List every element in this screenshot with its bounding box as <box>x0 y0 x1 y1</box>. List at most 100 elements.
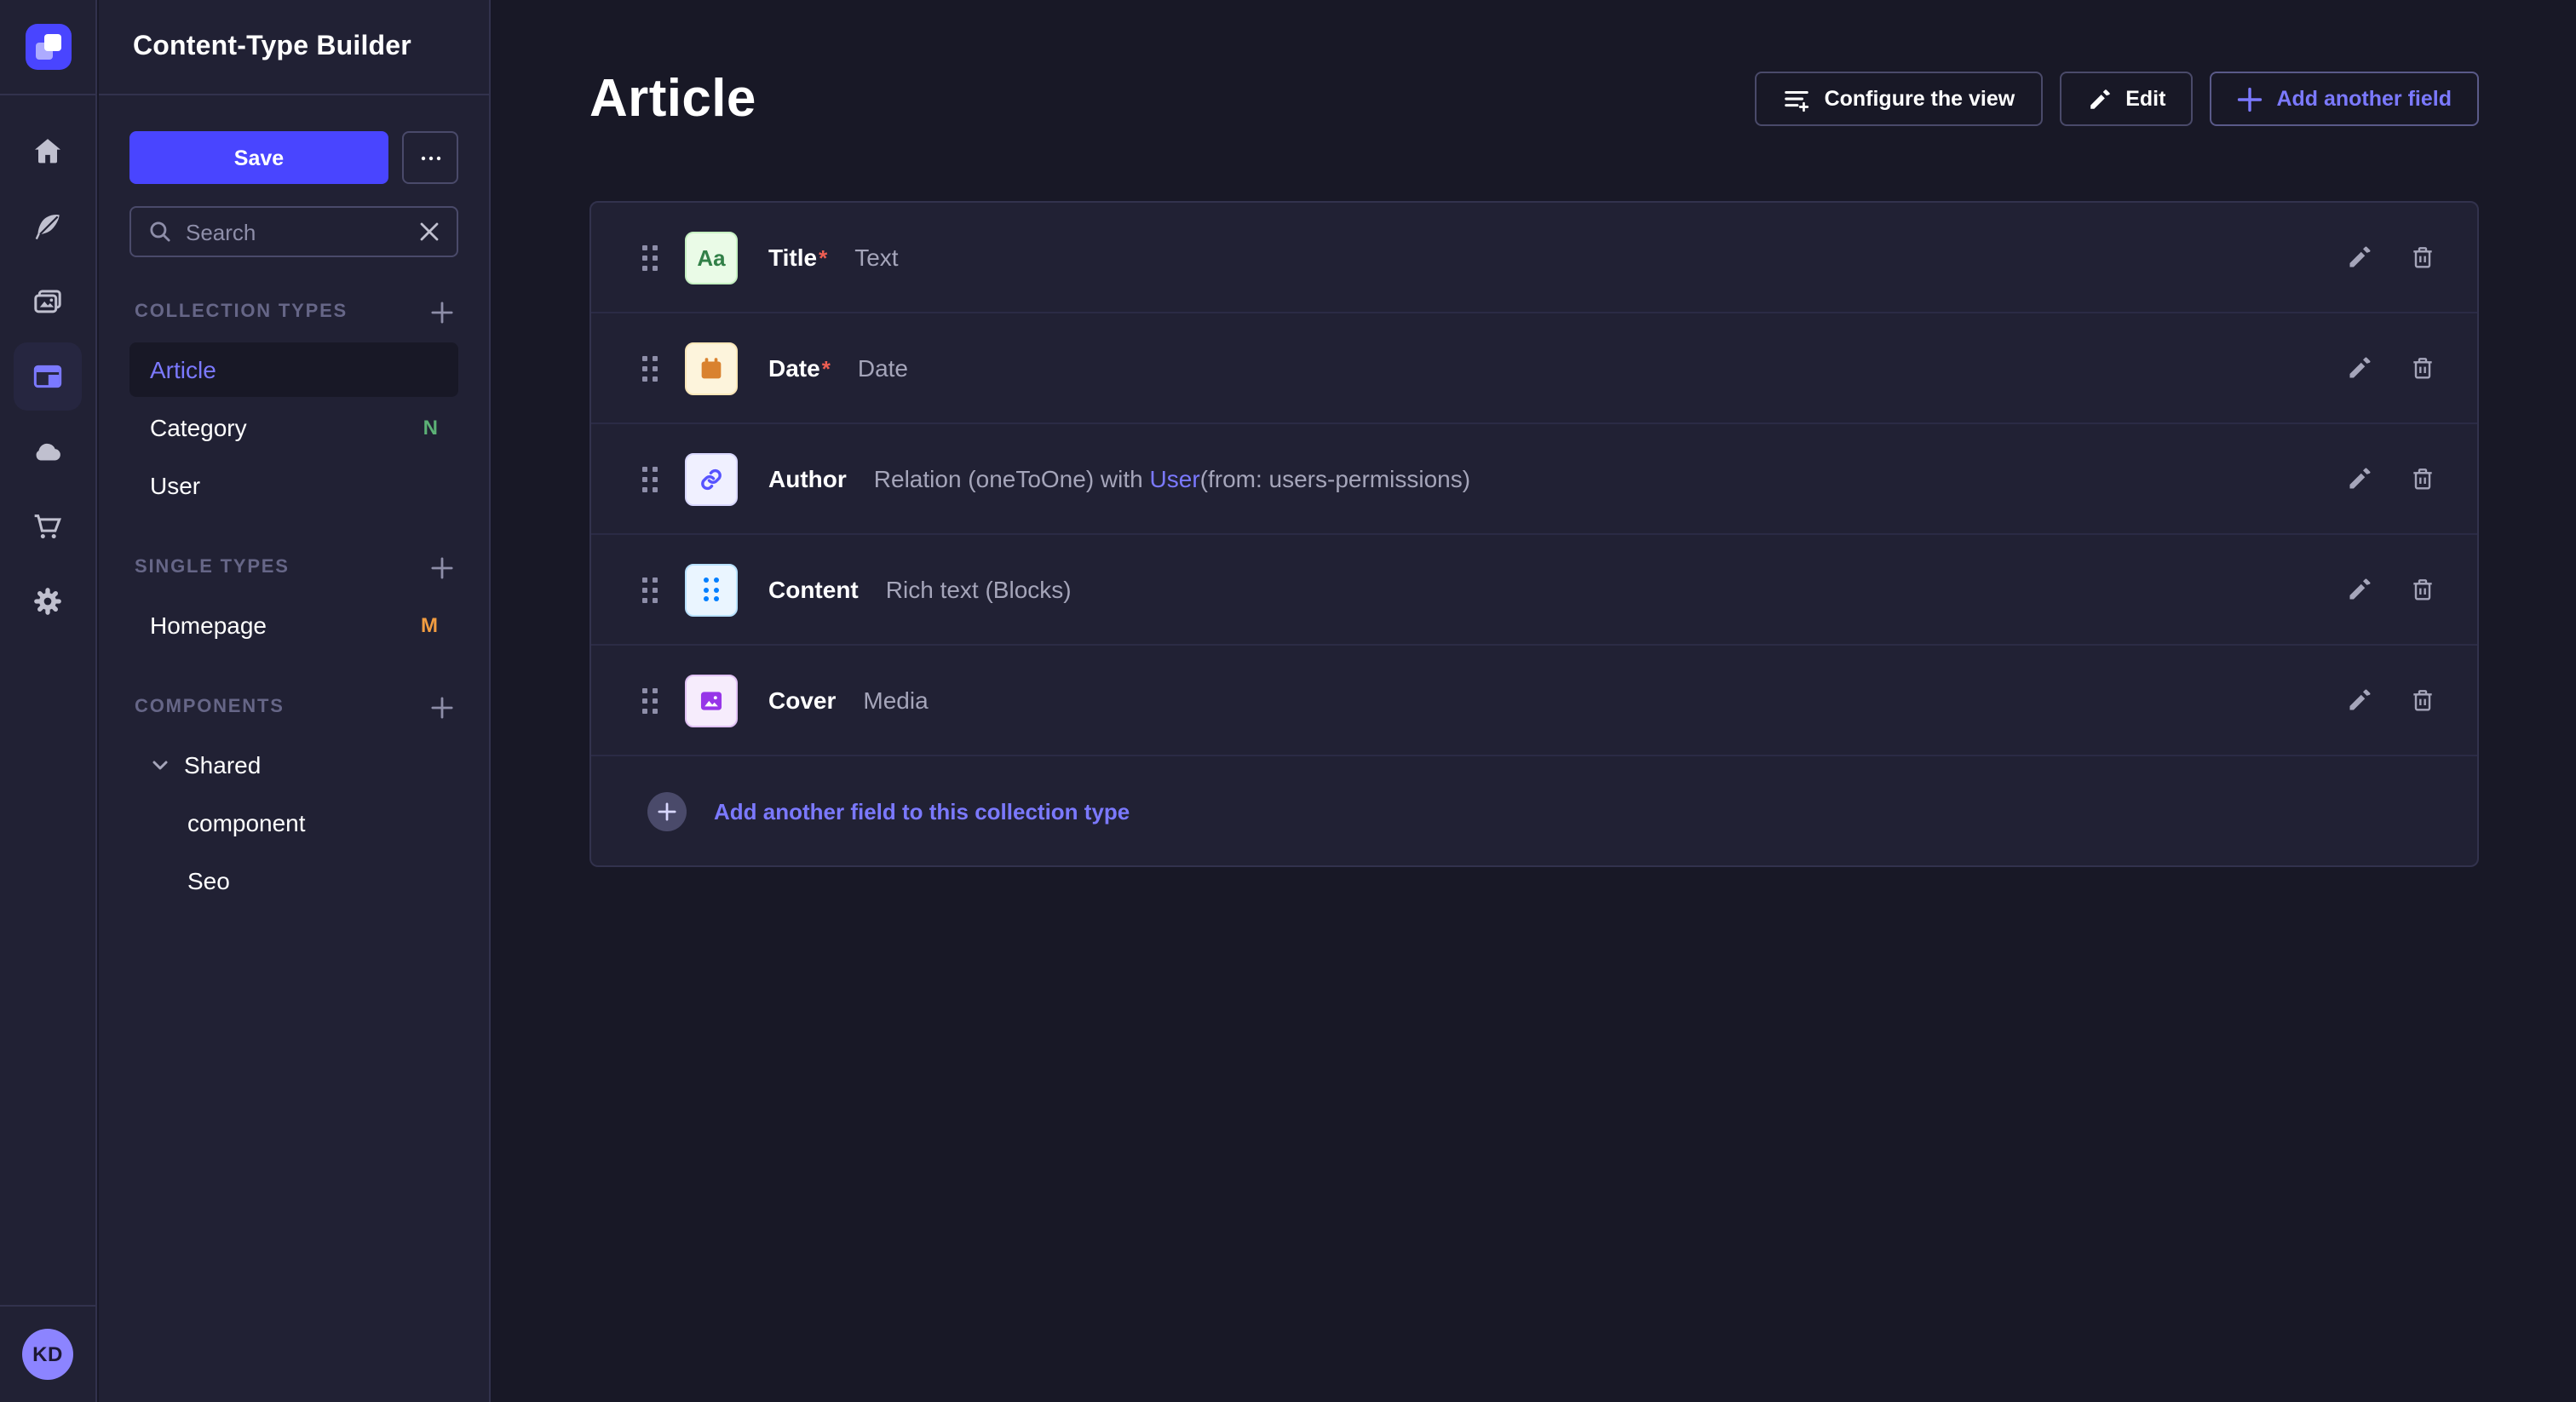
relation-field-icon <box>685 452 738 505</box>
field-name: Author <box>768 465 847 492</box>
search-input-wrapper <box>129 206 458 257</box>
main-content: Article Configure the view Edit Add anot… <box>492 0 2576 1402</box>
edit-field-button[interactable] <box>2346 244 2373 271</box>
pencil-icon <box>2346 576 2373 603</box>
add-another-field-button[interactable]: Add another field <box>2210 72 2479 126</box>
more-options-button[interactable] <box>402 131 458 184</box>
field-type: Text <box>854 244 898 271</box>
sidebar-item-category[interactable]: CategoryN <box>129 400 458 455</box>
table-row-content: Content Rich text (Blocks) <box>591 535 2477 646</box>
field-type: Date <box>858 354 908 382</box>
media-library-icon[interactable] <box>14 267 82 336</box>
trash-icon <box>2409 354 2436 382</box>
delete-field-button[interactable] <box>2409 244 2436 271</box>
trash-icon <box>2409 465 2436 492</box>
cart-icon[interactable] <box>14 492 82 560</box>
strapi-logo-icon[interactable] <box>25 24 71 70</box>
gear-icon[interactable] <box>14 567 82 635</box>
section-label: SINGLE TYPES <box>135 557 290 577</box>
content-type-builder-icon[interactable] <box>14 342 82 411</box>
main-nav-rail: KD <box>0 0 97 1402</box>
drag-handle-icon[interactable] <box>642 355 658 381</box>
trash-icon <box>2409 576 2436 603</box>
sidebar-group-shared[interactable]: Shared <box>129 738 458 792</box>
field-name: Title <box>768 244 817 271</box>
delete-field-button[interactable] <box>2409 576 2436 603</box>
close-icon <box>419 221 440 242</box>
drag-handle-icon[interactable] <box>642 687 658 713</box>
field-type: Media <box>863 687 928 714</box>
add-field-row-button[interactable]: Add another field to this collection typ… <box>591 756 2477 865</box>
edit-button[interactable]: Edit <box>2059 72 2193 126</box>
edit-field-button[interactable] <box>2346 576 2373 603</box>
delete-field-button[interactable] <box>2409 687 2436 714</box>
field-name: Cover <box>768 687 836 714</box>
search-input[interactable] <box>186 219 405 244</box>
required-marker: * <box>822 355 831 381</box>
plus-icon <box>431 301 453 323</box>
section-label: COLLECTION TYPES <box>135 302 348 322</box>
pencil-icon <box>2346 465 2373 492</box>
date-field-icon <box>685 342 738 394</box>
field-type: Rich text (Blocks) <box>886 576 1072 603</box>
sidebar-item-component[interactable]: component <box>129 796 458 850</box>
section-collection-types: COLLECTION TYPES Article CategoryN User <box>129 298 458 513</box>
delete-field-button[interactable] <box>2409 354 2436 382</box>
page-title: Article <box>589 68 756 129</box>
search-icon <box>148 220 172 244</box>
edit-field-button[interactable] <box>2346 687 2373 714</box>
cloud-icon[interactable] <box>14 417 82 486</box>
relation-target-link[interactable]: User <box>1150 465 1200 492</box>
configure-list-icon <box>1782 84 1811 113</box>
status-badge: N <box>423 416 438 440</box>
media-field-icon <box>685 674 738 727</box>
drag-handle-icon[interactable] <box>642 244 658 270</box>
home-icon[interactable] <box>14 118 82 186</box>
more-horizontal-icon <box>418 146 442 170</box>
feather-icon[interactable] <box>14 192 82 261</box>
required-marker: * <box>819 244 827 270</box>
avatar[interactable]: KD <box>22 1329 73 1380</box>
drag-handle-icon[interactable] <box>642 466 658 491</box>
text-field-icon: Aa <box>685 231 738 284</box>
blocks-field-icon <box>685 563 738 616</box>
configure-view-button[interactable]: Configure the view <box>1755 72 2043 126</box>
sidebar-item-homepage[interactable]: HomepageM <box>129 598 458 652</box>
field-type: Relation (oneToOne) with User(from: user… <box>874 465 1470 492</box>
table-row-cover: Cover Media <box>591 646 2477 756</box>
pencil-icon <box>2346 687 2373 714</box>
plugin-title: Content-Type Builder <box>133 32 411 62</box>
edit-field-button[interactable] <box>2346 465 2373 492</box>
save-button[interactable]: Save <box>129 131 388 184</box>
pencil-icon <box>2346 244 2373 271</box>
plus-icon <box>431 696 453 718</box>
table-row-date: Date* Date <box>591 313 2477 424</box>
clear-search-button[interactable] <box>419 221 440 242</box>
pencil-icon <box>2086 86 2112 112</box>
toolbar: Configure the view Edit Add another fiel… <box>1755 72 2479 126</box>
table-row-title: Aa Title* Text <box>591 203 2477 313</box>
sidebar-item-seo[interactable]: Seo <box>129 853 458 908</box>
add-component-button[interactable] <box>431 696 453 718</box>
status-badge: M <box>421 613 438 637</box>
section-components: COMPONENTS Shared component Seo <box>129 693 458 908</box>
chevron-down-icon <box>150 755 170 775</box>
table-row-author: Author Relation (oneToOne) with User(fro… <box>591 424 2477 535</box>
add-collection-type-button[interactable] <box>431 301 453 323</box>
delete-field-button[interactable] <box>2409 465 2436 492</box>
edit-field-button[interactable] <box>2346 354 2373 382</box>
trash-icon <box>2409 244 2436 271</box>
section-single-types: SINGLE TYPES HomepageM <box>129 554 458 652</box>
field-name: Date <box>768 354 820 382</box>
pencil-icon <box>2346 354 2373 382</box>
nav-logo-cell <box>0 0 95 95</box>
trash-icon <box>2409 687 2436 714</box>
field-name: Content <box>768 576 859 603</box>
section-label: COMPONENTS <box>135 697 285 717</box>
sidebar-item-article[interactable]: Article <box>129 342 458 397</box>
fields-table: Aa Title* Text Date* Date <box>589 201 2479 867</box>
plus-icon <box>431 556 453 578</box>
sidebar-item-user[interactable]: User <box>129 458 458 513</box>
add-single-type-button[interactable] <box>431 556 453 578</box>
drag-handle-icon[interactable] <box>642 577 658 602</box>
